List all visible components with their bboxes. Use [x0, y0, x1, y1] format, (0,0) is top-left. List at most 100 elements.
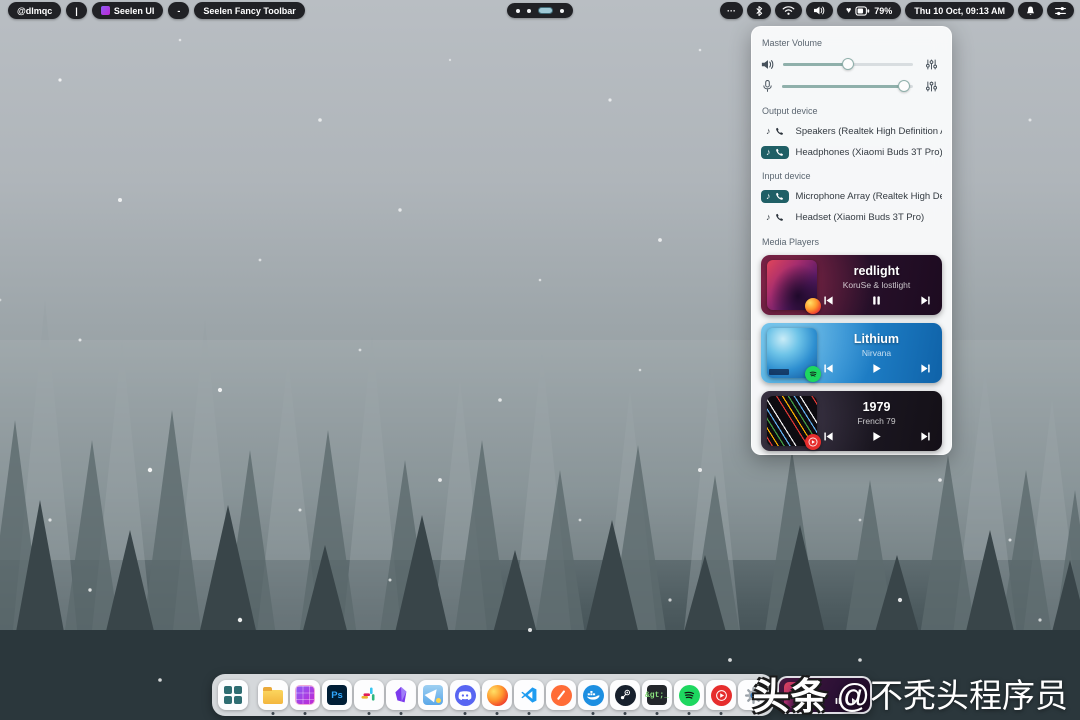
spotify-waves — [809, 371, 817, 377]
dock-item-vscode[interactable] — [514, 680, 544, 715]
next-icon — [920, 296, 930, 305]
input-mixer-button[interactable] — [921, 80, 942, 93]
running-indicator — [719, 712, 723, 715]
music-note-icon: ♪ — [766, 146, 771, 157]
output-mixer-button[interactable] — [921, 58, 942, 71]
wifi-button[interactable] — [774, 2, 802, 19]
dock-item-seelen-grid[interactable] — [290, 680, 320, 715]
dock-item-discord[interactable] — [450, 680, 480, 715]
dock-item-start-launcher[interactable] — [218, 680, 248, 710]
dock-item-firefox[interactable] — [482, 680, 512, 715]
desktop: @dlmqc | Seelen UI - Seelen Fancy Toolba… — [0, 0, 1080, 720]
workspace-switcher[interactable] — [507, 3, 573, 18]
pause-button[interactable] — [867, 295, 886, 306]
dash-pill[interactable]: - — [168, 2, 190, 19]
next-track-button[interactable] — [916, 431, 935, 442]
running-indicator — [367, 712, 371, 715]
spotify-waves — [684, 691, 694, 699]
dock-item-kite-notes[interactable] — [418, 680, 448, 710]
previous-track-button[interactable] — [819, 363, 838, 374]
youtube-music-glyph — [715, 689, 727, 701]
player-controls — [819, 363, 935, 374]
previous-track-button[interactable] — [819, 295, 838, 306]
slider-thumb[interactable] — [842, 57, 854, 70]
track-info: redlight KoruSe & lostlight — [817, 264, 936, 306]
next-track-button[interactable] — [916, 363, 935, 374]
dock-item-steam[interactable] — [610, 680, 640, 715]
user-handle-pill[interactable]: @dlmqc — [8, 2, 62, 19]
workspace-dot-1[interactable] — [516, 8, 520, 13]
workspace-dot-4[interactable] — [560, 8, 564, 13]
running-indicator — [687, 712, 691, 715]
dock-item-obsidian[interactable] — [386, 680, 416, 715]
device-type-icons: ♪ — [761, 125, 789, 138]
dock-item-docker[interactable] — [578, 680, 608, 715]
wifi-icon — [782, 6, 795, 15]
more-label: ··· — [726, 5, 736, 16]
toolbar-left-group: @dlmqc | Seelen UI - Seelen Fancy Toolba… — [8, 2, 305, 19]
quick-settings-button[interactable] — [1047, 2, 1074, 19]
play-button[interactable] — [867, 431, 886, 442]
next-track-button[interactable] — [916, 295, 935, 306]
track-artist: Nirvana — [861, 348, 892, 358]
player-controls — [819, 295, 935, 306]
youtube-music-icon — [805, 434, 821, 450]
obsidian-icon — [395, 686, 407, 703]
bluetooth-button[interactable] — [746, 2, 771, 19]
previous-icon — [823, 364, 833, 373]
running-indicator — [527, 712, 531, 715]
track-artist: KoruSe & lostlight — [842, 280, 911, 290]
battery-pill[interactable]: ♥ 79% — [836, 2, 902, 19]
docker-whale — [586, 690, 600, 700]
input-volume-slider[interactable] — [782, 79, 913, 92]
device-name: Speakers (Realtek High Definition A... — [795, 125, 943, 137]
output-device-headphones[interactable]: ♪ Headphones (Xiaomi Buds 3T Pro) — [761, 142, 942, 162]
seelen-ui-pill[interactable]: Seelen UI — [91, 2, 164, 19]
firefox-icon — [805, 298, 821, 314]
youtube-music-icon — [710, 684, 732, 706]
spotify-icon — [805, 366, 821, 382]
next-icon — [920, 432, 930, 441]
album-art — [767, 396, 821, 450]
volume-button[interactable] — [805, 2, 833, 19]
phone-icon — [775, 192, 783, 200]
separator-pill[interactable]: | — [66, 2, 87, 19]
input-device-headset[interactable]: ♪ Headset (Xiaomi Buds 3T Pro) — [761, 207, 942, 227]
dock-item-terminal[interactable]: &gt;_ — [642, 680, 672, 715]
dock-item-photoshop[interactable]: Ps — [322, 680, 352, 710]
running-indicator — [399, 712, 403, 715]
toolbar-tray-group: ··· ♥ 79% Thu 10 Oct, 09:13 AM — [719, 2, 1074, 19]
notifications-button[interactable] — [1018, 2, 1043, 19]
dock-item-file-explorer[interactable] — [258, 680, 288, 715]
photoshop-icon: Ps — [327, 685, 347, 705]
workspace-dot-2[interactable] — [527, 8, 531, 13]
track-artist: French 79 — [857, 416, 896, 426]
workspace-dot-3-active[interactable] — [538, 7, 553, 14]
track-title: redlight — [853, 264, 900, 278]
play-button[interactable] — [867, 363, 886, 374]
play-icon — [873, 364, 881, 373]
previous-track-button[interactable] — [819, 431, 838, 442]
device-name: Headphones (Xiaomi Buds 3T Pro) — [795, 146, 943, 158]
input-device-title: Input device — [762, 171, 811, 181]
output-volume-row — [761, 53, 942, 75]
window-title-pill[interactable]: Seelen Fancy Toolbar — [194, 2, 305, 19]
tray-more-button[interactable]: ··· — [719, 2, 743, 19]
previous-icon — [823, 432, 833, 441]
media-card-lithium: Lithium Nirvana — [761, 323, 942, 383]
watermark: 头条 @不秃头程序员 — [753, 666, 1069, 720]
clock-pill[interactable]: Thu 10 Oct, 09:13 AM — [905, 2, 1014, 19]
volume-media-panel: Master Volume Output device ♪ Speakers (… — [751, 26, 952, 455]
dock-item-slack[interactable] — [354, 680, 384, 715]
dock-item-youtube-music[interactable] — [706, 680, 736, 715]
input-device-microphone-array[interactable]: ♪ Microphone Array (Realtek High Def... — [761, 186, 942, 206]
output-volume-slider[interactable] — [783, 57, 913, 70]
slider-thumb[interactable] — [897, 79, 910, 92]
spotify-icon — [678, 684, 700, 706]
dock-item-postman[interactable] — [546, 680, 576, 710]
dash-label: - — [177, 5, 181, 16]
output-device-speakers[interactable]: ♪ Speakers (Realtek High Definition A... — [761, 121, 942, 141]
album-art — [767, 260, 821, 314]
dock-item-spotify[interactable] — [674, 680, 704, 715]
app-launcher-icon — [223, 685, 243, 705]
